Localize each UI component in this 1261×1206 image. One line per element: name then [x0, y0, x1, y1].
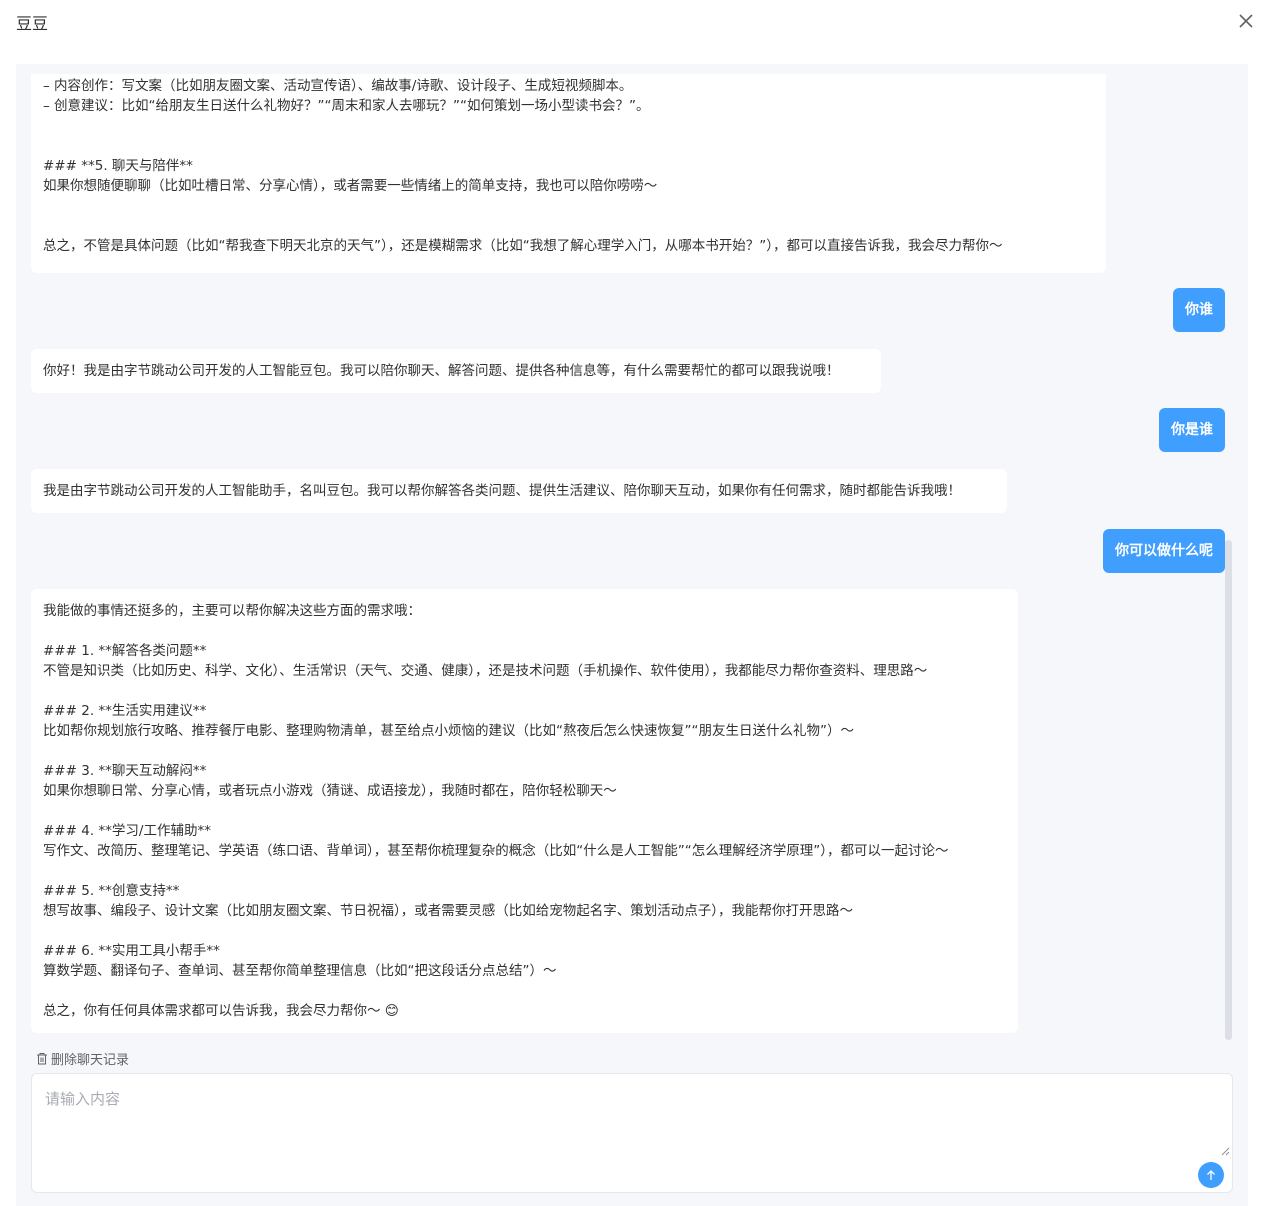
- message-input[interactable]: [32, 1074, 1232, 1156]
- close-icon[interactable]: [1236, 11, 1256, 31]
- assistant-message: 我是由字节跳动公司开发的人工智能助手，名叫豆包。我可以帮你解答各类问题、提供生活…: [31, 469, 1007, 513]
- dialog-title: 豆豆: [16, 14, 49, 33]
- delete-history-button[interactable]: 删除聊天记录: [36, 1049, 129, 1068]
- user-message: 你可以做什么呢: [1103, 529, 1225, 573]
- scrollbar[interactable]: [1225, 540, 1232, 1040]
- arrow-up-icon: [1207, 1170, 1215, 1180]
- assistant-bubble: 我是由字节跳动公司开发的人工智能助手，名叫豆包。我可以帮你解答各类问题、提供生活…: [31, 469, 1007, 513]
- resize-handle-icon[interactable]: [1220, 1146, 1230, 1156]
- assistant-message: 我能做的事情还挺多的，主要可以帮你解决这些方面的需求哦： ### 1. **解答…: [31, 589, 1018, 1033]
- chat-panel: ### **4. 创意与灵感生成** – 内容创作：写文案（比如朋友圈文案、活动…: [16, 64, 1248, 1206]
- message-input-box: [31, 1073, 1233, 1193]
- dialog-header: 豆豆: [0, 0, 1261, 44]
- trash-icon: [37, 1053, 47, 1065]
- user-message: 你谁: [1173, 288, 1225, 332]
- delete-history-label: 删除聊天记录: [51, 1053, 130, 1068]
- assistant-bubble: 你好！我是由字节跳动公司开发的人工智能豆包。我可以陪你聊天、解答问题、提供各种信…: [31, 349, 881, 393]
- send-button[interactable]: [1198, 1162, 1224, 1188]
- user-message: 你是谁: [1159, 408, 1225, 452]
- user-bubble: 你谁: [1173, 288, 1225, 332]
- user-bubble: 你是谁: [1159, 408, 1225, 452]
- assistant-bubble: ### **4. 创意与灵感生成** – 内容创作：写文案（比如朋友圈文案、活动…: [31, 74, 1106, 273]
- assistant-bubble: 我能做的事情还挺多的，主要可以帮你解决这些方面的需求哦： ### 1. **解答…: [31, 589, 1018, 1033]
- message-list[interactable]: ### **4. 创意与灵感生成** – 内容创作：写文案（比如朋友圈文案、活动…: [16, 74, 1248, 1034]
- user-bubble: 你可以做什么呢: [1103, 529, 1225, 573]
- assistant-message: 你好！我是由字节跳动公司开发的人工智能豆包。我可以陪你聊天、解答问题、提供各种信…: [31, 349, 881, 393]
- assistant-message: ### **4. 创意与灵感生成** – 内容创作：写文案（比如朋友圈文案、活动…: [31, 74, 1106, 273]
